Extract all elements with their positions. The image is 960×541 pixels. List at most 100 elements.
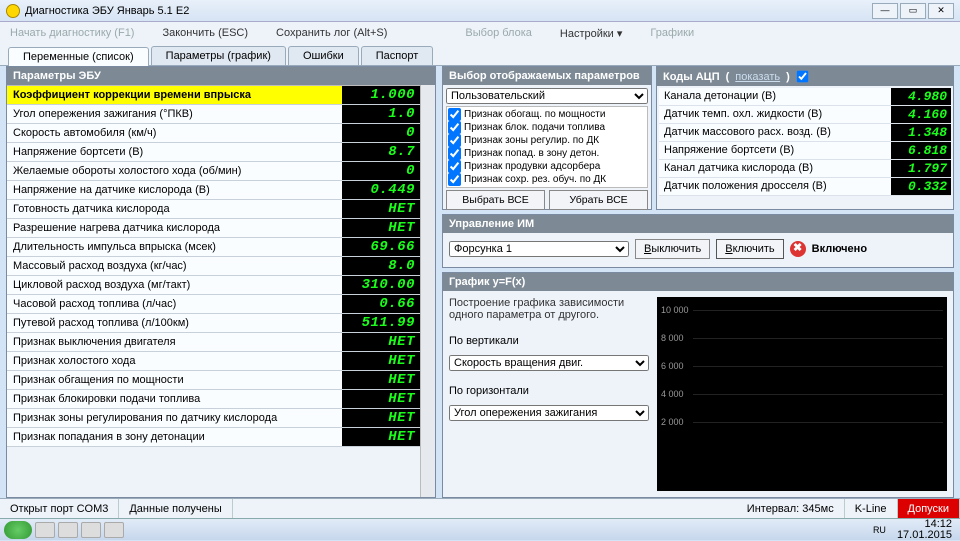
ecu-row-label: Путевой расход топлива (л/100км) — [7, 314, 342, 332]
actuator-on-button[interactable]: Включить — [716, 239, 783, 259]
ecu-row[interactable]: Признак выключения двигателяНЕТ — [7, 333, 420, 352]
graph-x-select[interactable]: Угол опережения зажигания — [449, 405, 649, 421]
graph-header: График y=F(x) — [443, 273, 953, 291]
tab-errors[interactable]: Ошибки — [288, 46, 359, 65]
ecu-row-value: НЕТ — [342, 390, 420, 408]
filter-item[interactable]: Признак обогащ. по мощности — [448, 108, 646, 121]
adc-row-label: Канал датчика кислорода (В) — [659, 160, 891, 177]
tab-passport[interactable]: Паспорт — [361, 46, 434, 65]
status-bar: Открыт порт COM3 Данные получены Интерва… — [0, 498, 960, 518]
taskbar-icon[interactable] — [104, 522, 124, 538]
graph-canvas: 10 0008 0006 0004 0002 000 — [657, 297, 947, 491]
ecu-row[interactable]: Желаемые обороты холостого хода (об/мин)… — [7, 162, 420, 181]
ecu-row[interactable]: Готовность датчика кислородаНЕТ — [7, 200, 420, 219]
clear-all-button[interactable]: Убрать ВСЕ — [549, 190, 648, 210]
adc-panel: Коды АЦП (показать) Канала детонации (В)… — [656, 66, 954, 210]
ecu-row-label: Готовность датчика кислорода — [7, 200, 342, 218]
ecu-row[interactable]: Признак попадания в зону детонацииНЕТ — [7, 428, 420, 447]
adc-row: Датчик темп. охл. жидкости (В)4.160 — [659, 106, 951, 124]
ecu-row-value: НЕТ — [342, 219, 420, 237]
adc-row-label: Датчик темп. охл. жидкости (В) — [659, 106, 891, 123]
select-all-button[interactable]: Выбрать ВСЕ — [446, 190, 545, 210]
ecu-row-value: 0 — [342, 124, 420, 142]
window-titlebar: Диагностика ЭБУ Январь 5.1 E2 — ▭ ✕ — [0, 0, 960, 22]
ecu-row[interactable]: Признак холостого ходаНЕТ — [7, 352, 420, 371]
tab-bar: Переменные (список) Параметры (график) О… — [0, 44, 960, 66]
ecu-row[interactable]: Признак зоны регулирования по датчику ки… — [7, 409, 420, 428]
status-interval: Интервал: 345мс — [737, 499, 845, 518]
ecu-row-label: Признак обгащения по мощности — [7, 371, 342, 389]
tab-variables[interactable]: Переменные (список) — [8, 47, 149, 66]
ecu-row-label: Разрешение нагрева датчика кислорода — [7, 219, 342, 237]
ecu-row-label: Часовой расход топлива (л/час) — [7, 295, 342, 313]
ecu-row[interactable]: Угол опережения зажигания (°ПКВ)1.0 — [7, 105, 420, 124]
start-button[interactable] — [4, 521, 32, 539]
ecu-row[interactable]: Признак блокировки подачи топливаНЕТ — [7, 390, 420, 409]
adc-row: Напряжение бортсети (В)6.818 — [659, 142, 951, 160]
graph-y-select[interactable]: Скорость вращения двиг. — [449, 355, 649, 371]
ecu-row[interactable]: Напряжение на датчике кислорода (В)0.449 — [7, 181, 420, 200]
taskbar-icon[interactable] — [58, 522, 78, 538]
filter-item[interactable]: Признак блок. подачи топлива — [448, 121, 646, 134]
stop-icon[interactable]: ✖ — [790, 241, 806, 257]
graph-panel: График y=F(x) Построение графика зависим… — [442, 272, 954, 498]
status-data: Данные получены — [119, 499, 232, 518]
language-indicator[interactable]: RU — [869, 525, 890, 535]
adc-show-link[interactable]: показать — [735, 71, 780, 83]
adc-row-value: 1.348 — [891, 124, 951, 141]
filter-item[interactable]: Признак сохр. рез. обуч. по ДК — [448, 173, 646, 186]
scrollbar[interactable] — [420, 85, 435, 497]
ecu-row-value: НЕТ — [342, 371, 420, 389]
filter-checkbox-list[interactable]: Признак обогащ. по мощностиПризнак блок.… — [446, 106, 648, 188]
status-tolerances[interactable]: Допуски — [898, 499, 960, 518]
menu-stop[interactable]: Закончить (ESC) — [162, 27, 248, 39]
parameter-filter-panel: Выбор отображаемых параметров Пользовате… — [442, 66, 652, 210]
tab-parameters[interactable]: Параметры (график) — [151, 46, 286, 65]
taskbar-icon[interactable] — [35, 522, 55, 538]
y-tick-label: 6 000 — [661, 361, 684, 371]
ecu-row-label: Угол опережения зажигания (°ПКВ) — [7, 105, 342, 123]
adc-row-value: 6.818 — [891, 142, 951, 159]
window-title: Диагностика ЭБУ Январь 5.1 E2 — [25, 5, 870, 17]
ecu-row[interactable]: Путевой расход топлива (л/100км)511.99 — [7, 314, 420, 333]
ecu-row[interactable]: Коэффициент коррекции времени впрыска1.0… — [7, 86, 420, 105]
ecu-row[interactable]: Массовый расход воздуха (кг/час)8.0 — [7, 257, 420, 276]
filter-item[interactable]: Признак попад. в зону детон. — [448, 147, 646, 160]
actuator-off-button[interactable]: Выключить — [635, 239, 710, 259]
adc-row-value: 4.980 — [891, 88, 951, 105]
ecu-row[interactable]: Длительность импульса впрыска (мсек)69.6… — [7, 238, 420, 257]
ecu-row-value: 1.0 — [342, 105, 420, 123]
ecu-row-value: 0.66 — [342, 295, 420, 313]
graph-y-label: По вертикали — [449, 335, 649, 347]
taskbar[interactable]: RU 14:1217.01.2015 — [0, 518, 960, 540]
menu-charts[interactable]: Графики — [650, 27, 694, 39]
ecu-row[interactable]: Цикловой расход воздуха (мг/такт)310.00 — [7, 276, 420, 295]
menu-settings[interactable]: Настройки ▾ — [560, 27, 623, 40]
filter-item[interactable]: Признак зоны регулир. по ДК — [448, 134, 646, 147]
ecu-row-label: Длительность импульса впрыска (мсек) — [7, 238, 342, 256]
ecu-row-value: НЕТ — [342, 333, 420, 351]
adc-show-checkbox[interactable] — [796, 71, 808, 83]
minimize-button[interactable]: — — [872, 3, 898, 19]
ecu-row[interactable]: Часовой расход топлива (л/час)0.66 — [7, 295, 420, 314]
ecu-row[interactable]: Скорость автомобиля (км/ч)0 — [7, 124, 420, 143]
clock[interactable]: 14:1217.01.2015 — [893, 519, 956, 541]
close-button[interactable]: ✕ — [928, 3, 954, 19]
menu-start[interactable]: Начать диагностику (F1) — [10, 27, 134, 39]
ecu-row[interactable]: Разрешение нагрева датчика кислородаНЕТ — [7, 219, 420, 238]
ecu-row[interactable]: Напряжение бортсети (В)8.7 — [7, 143, 420, 162]
maximize-button[interactable]: ▭ — [900, 3, 926, 19]
menu-block[interactable]: Выбор блока — [465, 27, 531, 39]
ecu-row[interactable]: Признак обгащения по мощностиНЕТ — [7, 371, 420, 390]
y-tick-label: 8 000 — [661, 333, 684, 343]
menu-savelog[interactable]: Сохранить лог (Alt+S) — [276, 27, 387, 39]
adc-row-value: 4.160 — [891, 106, 951, 123]
filter-item[interactable]: Признак продувки адсорбера — [448, 160, 646, 173]
taskbar-icon[interactable] — [81, 522, 101, 538]
filter-preset-select[interactable]: Пользовательский — [446, 88, 648, 104]
actuator-select[interactable]: Форсунка 1 — [449, 241, 629, 257]
app-icon — [6, 4, 20, 18]
ecu-parameter-list[interactable]: Коэффициент коррекции времени впрыска1.0… — [7, 85, 420, 497]
ecu-row-value: 0.449 — [342, 181, 420, 199]
menubar: Начать диагностику (F1) Закончить (ESC) … — [0, 22, 960, 44]
